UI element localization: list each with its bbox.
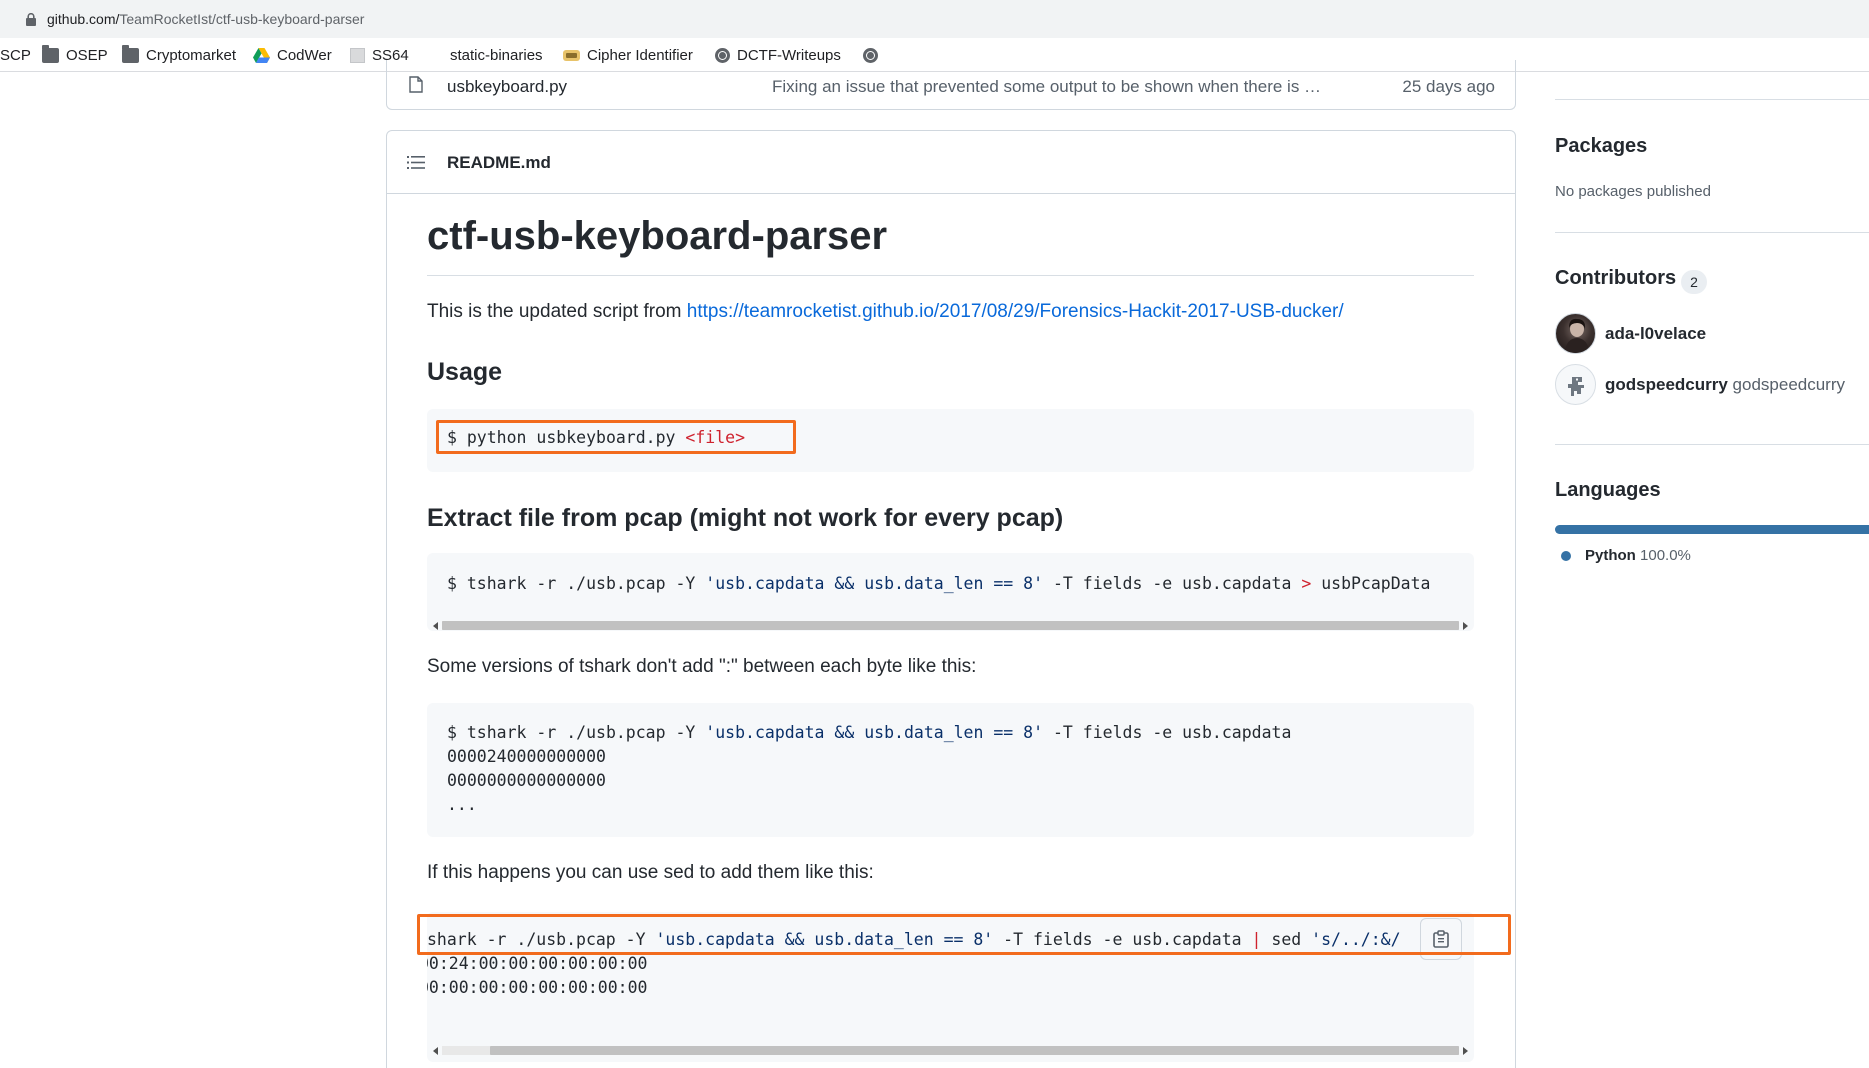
bookmark-label: Cryptomarket xyxy=(146,46,237,64)
contributors-count-badge: 2 xyxy=(1681,270,1707,294)
usage-heading: Usage xyxy=(427,358,503,386)
file-icon xyxy=(409,76,423,93)
code-text: $ tshark -r ./usb.pcap -Y xyxy=(447,723,706,742)
output-line: 0000240000000000 xyxy=(447,747,606,766)
bookmark-label: CodWer xyxy=(277,46,332,64)
contributor-login: godspeedcurry xyxy=(1605,375,1728,394)
extract-heading: Extract file from pcap (might not work f… xyxy=(427,504,1064,532)
versions-code-block: $ tshark -r ./usb.pcap -Y 'usb.capdata &… xyxy=(427,703,1474,837)
commit-message-link[interactable]: Fixing an issue that prevented some outp… xyxy=(772,77,1321,97)
contributor-godspeedcurry[interactable]: godspeedcurry godspeedcurry xyxy=(1605,375,1845,395)
scroll-left-arrow-icon[interactable] xyxy=(433,622,438,630)
url-domain: github.com/ xyxy=(47,11,120,27)
contributor-name: godspeedcurry xyxy=(1732,375,1846,394)
sidebar-divider xyxy=(1555,444,1869,445)
intro-text: This is the updated script from xyxy=(427,301,687,322)
title-divider xyxy=(427,275,1474,276)
versions-command: $ tshark -r ./usb.pcap -Y 'usb.capdata &… xyxy=(447,723,1291,742)
contributor-login: ada-l0velace xyxy=(1605,324,1707,343)
code-text: usbPcapData xyxy=(1311,574,1431,593)
bookmark-scp[interactable]: SCP xyxy=(0,44,31,66)
code-text: -T fields -e usb.capdata xyxy=(1043,723,1292,742)
language-bar xyxy=(1555,525,1869,534)
language-python[interactable]: Python 100.0% xyxy=(1585,547,1691,564)
bookmark-label: SCP xyxy=(0,46,31,64)
sidebar-divider xyxy=(1555,99,1869,100)
avatar[interactable] xyxy=(1555,364,1596,405)
python-color-dot xyxy=(1561,551,1571,561)
folder-icon xyxy=(122,44,139,63)
output-line: 00:00:00:00:00:00:00:00 xyxy=(427,978,648,997)
readme-header: README.md xyxy=(387,131,1515,194)
bookmark-cryptomarket[interactable]: Cryptomarket xyxy=(122,44,236,66)
writeup-link[interactable]: https://teamrocketist.github.io/2017/08/… xyxy=(687,301,1344,322)
usage-highlight-box xyxy=(436,420,796,454)
bookmark-codwer[interactable]: CodWer xyxy=(253,44,332,66)
output-line: ... xyxy=(447,795,477,814)
folder-icon xyxy=(42,44,59,63)
avatar[interactable] xyxy=(1555,313,1596,354)
contributors-heading[interactable]: Contributors xyxy=(1555,267,1676,290)
code-text: -T fields -e usb.capdata xyxy=(1043,574,1302,593)
readme-title: ctf-usb-keyboard-parser xyxy=(427,214,888,258)
scroll-thumb[interactable] xyxy=(490,1046,1459,1055)
url-text[interactable]: github.com/TeamRocketIst/ctf-usb-keyboar… xyxy=(47,11,364,27)
extract-code-block: $ tshark -r ./usb.pcap -Y 'usb.capdata &… xyxy=(427,553,1474,631)
contributor-ada-l0velace[interactable]: ada-l0velace xyxy=(1605,324,1706,344)
address-bar[interactable]: github.com/TeamRocketIst/ctf-usb-keyboar… xyxy=(0,0,1869,38)
code-text: $ tshark -r ./usb.pcap -Y xyxy=(447,574,706,593)
output-line: 00:24:00:00:00:00:00:00 xyxy=(427,954,648,973)
readme-filename: README.md xyxy=(447,153,551,172)
code-string: 'usb.capdata && usb.data_len == 8' xyxy=(705,574,1044,593)
scroll-thumb[interactable] xyxy=(442,621,1459,630)
language-percent: 100.0% xyxy=(1640,547,1691,564)
file-list: usbkeyboard.py Fixing an issue that prev… xyxy=(386,60,1516,110)
sidebar-divider xyxy=(1555,232,1869,233)
scroll-left-arrow-icon[interactable] xyxy=(433,1047,438,1055)
sed-paragraph: If this happens you can use sed to add t… xyxy=(427,862,874,883)
sed-scrollbar[interactable] xyxy=(430,1042,1471,1056)
page-icon xyxy=(350,47,365,63)
intro-paragraph: This is the updated script from https://… xyxy=(427,301,1344,323)
list-icon[interactable] xyxy=(407,155,425,170)
scroll-right-arrow-icon[interactable] xyxy=(1463,1047,1468,1055)
bookmark-osep[interactable]: OSEP xyxy=(42,44,108,66)
sed-highlight-box xyxy=(417,914,1511,955)
code-operator: > xyxy=(1301,574,1312,593)
file-name-link[interactable]: usbkeyboard.py xyxy=(447,77,567,97)
extract-scrollbar[interactable] xyxy=(430,617,1471,631)
packages-empty-text: No packages published xyxy=(1555,183,1711,200)
versions-paragraph: Some versions of tshark don't add ":" be… xyxy=(427,656,977,677)
bookmark-label: OSEP xyxy=(66,46,108,64)
url-path: TeamRocketIst/ctf-usb-keyboard-parser xyxy=(119,11,365,27)
packages-heading[interactable]: Packages xyxy=(1555,135,1647,158)
scroll-right-arrow-icon[interactable] xyxy=(1463,622,1468,630)
google-drive-icon xyxy=(253,47,270,63)
code-string: 'usb.capdata && usb.data_len == 8' xyxy=(705,723,1044,742)
commit-age: 25 days ago xyxy=(1402,77,1495,96)
languages-heading: Languages xyxy=(1555,479,1661,501)
lock-icon xyxy=(26,13,36,26)
output-line: 0000000000000000 xyxy=(447,771,606,790)
language-name: Python xyxy=(1585,547,1636,564)
extract-command: $ tshark -r ./usb.pcap -Y 'usb.capdata &… xyxy=(447,574,1430,593)
